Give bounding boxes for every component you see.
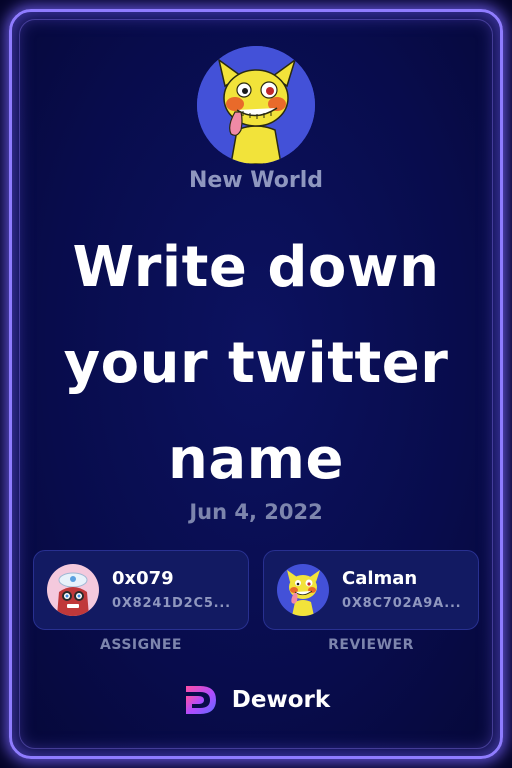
brand-footer[interactable]: Dework [0, 682, 512, 718]
reviewer-name: Calman [342, 568, 418, 589]
assignee-address: 0X8241D2C5... [112, 596, 231, 611]
assignee-role-label: ASSIGNEE [100, 637, 182, 653]
task-title: Write down your twitter name [63, 235, 449, 492]
assignee-card[interactable]: 0x079 0X8241D2C5... [33, 550, 249, 630]
red-character-avatar-icon [47, 564, 99, 616]
dework-logo-icon [182, 682, 220, 718]
yellow-dog-avatar-icon [277, 564, 329, 616]
organization-name[interactable]: New World [0, 168, 512, 193]
assignee-avatar [47, 564, 99, 616]
brand-name: Dework [231, 687, 331, 713]
reviewer-card[interactable]: Calman 0X8C702A9A... [263, 550, 479, 630]
yellow-dog-avatar-icon [197, 46, 315, 164]
reviewer-avatar [277, 564, 329, 616]
reviewer-address: 0X8C702A9A... [342, 596, 462, 611]
organization-avatar [197, 46, 315, 164]
reviewer-role-label: REVIEWER [328, 637, 414, 653]
assignee-name: 0x079 [112, 568, 174, 589]
task-date: Jun 4, 2022 [189, 500, 323, 524]
